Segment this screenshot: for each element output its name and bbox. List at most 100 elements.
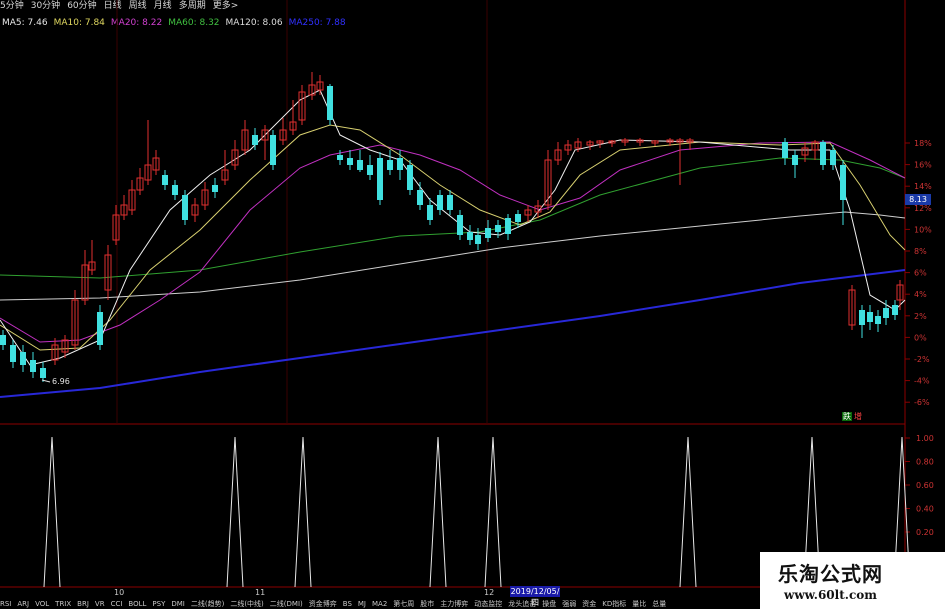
x-label-12: 12 [484,588,494,597]
indicator-tab[interactable]: 资金博弈 [309,600,337,609]
candle-body-down [357,160,363,170]
indicator-tab[interactable]: 股市 [420,600,434,609]
candle-body-down [505,218,511,234]
axis-label-sub: 0.80 [916,458,934,467]
candle-body-down [10,345,16,362]
candle-body-down [367,165,373,175]
indicator-tab[interactable]: DMI [171,600,185,609]
moving-average-lines [0,89,906,398]
stock-chart-window: 5分钟 30分钟 60分钟 日线 周线 月线 多周期 更多> MA5: 7.46… [0,0,945,609]
candle-body-down [485,228,491,238]
signal-spike [484,436,502,588]
indicator-tab[interactable]: CCI [111,600,123,609]
candle-body-down [40,368,46,378]
axis-label-main: 16% [914,161,932,170]
indicator-tab[interactable]: BS [343,600,352,609]
candle-body-down [182,195,188,220]
candle-body-down [782,142,788,158]
indicator-tab[interactable]: 二线(中线) [230,600,263,609]
axis-label-sub: 0.20 [916,528,934,537]
cross-tag-b: 增 [854,412,862,421]
current-price-tag: 8.13 [905,194,931,205]
cursor-date-box: 2019/12/05/四 [510,586,560,607]
candle-body-down [495,225,501,232]
candle-body-down [437,195,443,210]
ma250-line [0,269,906,398]
axis-label-main: 18% [914,139,932,148]
indicator-tab[interactable]: 主力博弈 [440,600,468,609]
low-price-label: 6.96 [52,377,70,386]
x-label-10: 10 [114,588,124,597]
indicator-tab[interactable]: RSI [0,600,11,609]
indicator-tab[interactable]: MJ [358,600,366,609]
axis-label-main: -2% [914,355,930,364]
indicator-tab[interactable]: 动态监控 [474,600,502,609]
ma5-line [0,89,906,366]
candle-body-down [270,135,276,165]
ma10-line [0,124,906,351]
candle-body-down [859,310,865,325]
indicator-tab[interactable]: PSY [152,600,165,609]
axis-label-sub: 0.40 [916,505,934,514]
candle-body-down [820,142,826,165]
signal-spike [429,436,447,588]
candlestick-chart[interactable]: 18% 16% 14% 12% 10% 8% 6% 4% 2% 0% -2% -4% -6% 1.00 0… [0,0,945,609]
indicator-tab[interactable]: 第七周 [393,600,414,609]
candle-body-down [467,232,473,240]
candle-body-down [212,185,218,192]
indicator-tab[interactable]: VR [95,600,105,609]
indicator-tab[interactable]: 二线(趋势) [191,600,224,609]
candlesticks [0,72,904,382]
cross-signal-tag: 跌增 [842,411,862,422]
indicator-tab[interactable]: BRJ [77,600,89,609]
indicator-tab[interactable]: 总量 [652,600,666,609]
indicator-tab[interactable]: 强弱 [562,600,576,609]
signal-spike [43,436,61,588]
indicator-tab[interactable]: ARJ [17,600,29,609]
axis-label-main: -4% [914,377,930,386]
x-label-11: 11 [255,588,265,597]
candle-body-down [397,158,403,170]
axis-label-main: 10% [914,225,932,234]
indicator-tab[interactable]: 龙头追击 [508,600,536,609]
candle-body-down [792,155,798,165]
candle-body-down [830,150,836,165]
indicator-tab[interactable]: VOL [35,600,49,609]
axis-label-main: 8% [914,247,927,256]
candle-body-down [883,308,889,318]
axis-label-main: 6% [914,269,927,278]
candle-body-down [387,160,393,170]
signal-spike [226,436,244,588]
axis-label-sub: 0.60 [916,481,934,490]
indicator-tab[interactable]: MA2 [372,600,387,609]
candle-body-down [892,305,898,315]
watermark-title: 乐淘公式网 [778,562,883,586]
axis-label-main: 2% [914,312,927,321]
indicator-tab[interactable]: 量比 [632,600,646,609]
indicator-tab[interactable]: TRIX [55,600,71,609]
candle-body-down [447,195,453,210]
indicator-tabs: RSI ARJ VOL TRIX BRJ VR CCI BOLL PSY DMI 二线(趋势) 二线(… [0,600,760,609]
indicator-tab[interactable]: 资金 [582,600,596,609]
candle-body-down [407,165,413,190]
ma20-line [0,141,906,343]
candle-body-down [377,158,383,200]
indicator-tab[interactable]: 操盘 [542,600,556,609]
axis-label-main: 14% [914,182,932,191]
signal-spike [294,436,312,588]
candle-body-down [417,190,423,205]
axis-label-main: -6% [914,398,930,407]
cross-tag-a: 跌 [842,412,852,421]
candle-body-down [20,352,26,365]
candle-body-down [867,312,873,322]
indicator-tab[interactable]: KD指标 [602,600,626,609]
candle-body-down [327,86,333,120]
indicator-tab[interactable]: 二线(DMI) [270,600,303,609]
candle-body-down [162,175,168,185]
candle-body-down [347,158,353,165]
candle-body-down [30,360,36,372]
watermark-url: www.60lt.com [784,588,877,602]
signal-spike [679,436,697,588]
indicator-tab[interactable]: BOLL [128,600,146,609]
candle-body-down [840,165,846,200]
